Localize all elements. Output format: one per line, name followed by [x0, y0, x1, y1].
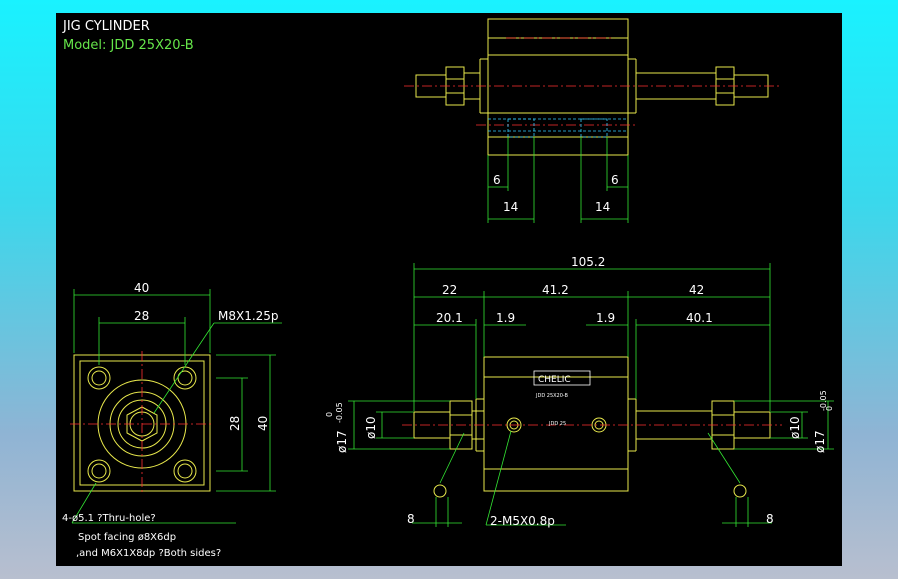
- dim-top-right-14: 14: [595, 200, 610, 214]
- drawing-title: JIG CYLINDER: [62, 19, 150, 34]
- nameplate-brand: CHELIC: [538, 375, 571, 385]
- dim-22: 22: [442, 283, 457, 297]
- tol-left-bottom: -0.05: [335, 402, 344, 423]
- model-label: Model: JDD 25X20-B: [63, 38, 194, 53]
- dim-dia17-right: ø17: [813, 430, 827, 453]
- dim-20-1: 20.1: [436, 311, 463, 325]
- port-label: 2-M5X0.8p: [490, 514, 555, 528]
- drawing-canvas: JIG CYLINDER Model: JDD 25X20-B 6 6 14 1…: [56, 13, 842, 566]
- dim-top-left-14: 14: [503, 200, 518, 214]
- end-view: [70, 289, 282, 524]
- thread-label: M8X1.25p: [218, 309, 279, 323]
- hole-note-1: 4-ø5.1 ?Thru-hole?: [62, 513, 156, 524]
- dim-bottom-8-left: 8: [407, 512, 415, 526]
- dim-1-9-left: 1.9: [496, 311, 515, 325]
- dim-dia10-right: ø10: [788, 416, 802, 439]
- side-view: [348, 263, 834, 527]
- dim-overall-105-2: 105.2: [571, 255, 605, 269]
- dim-bottom-8-right: 8: [766, 512, 774, 526]
- nameplate-fine-print: JDD 25X20-B: [535, 393, 569, 399]
- hole-note-3: ,and M6X1X8dp ?Both sides?: [76, 548, 221, 559]
- dim-42: 42: [689, 283, 704, 297]
- dim-1-9-right: 1.9: [596, 311, 615, 325]
- top-view: [404, 18, 782, 223]
- dim-41-2: 41.2: [542, 283, 569, 297]
- dim-end-28-h: 28: [134, 309, 149, 323]
- dim-dia10-left: ø10: [364, 416, 378, 439]
- dim-end-40: 40: [134, 281, 149, 295]
- nameplate-model: JDD 25: [548, 421, 566, 427]
- dim-top-left-6: 6: [493, 173, 501, 187]
- tol-right-bottom: -0.05: [819, 390, 828, 411]
- hole-note-2: Spot facing ø8X6dp: [78, 532, 176, 543]
- tol-left-top: 0: [325, 412, 334, 417]
- dim-dia17-left: ø17: [335, 430, 349, 453]
- cad-drawing: JIG CYLINDER Model: JDD 25X20-B 6 6 14 1…: [62, 18, 834, 559]
- dim-top-right-6: 6: [611, 173, 619, 187]
- dim-40-1: 40.1: [686, 311, 713, 325]
- dim-end-40-v: 40: [256, 416, 270, 431]
- dim-end-28-v: 28: [228, 416, 242, 431]
